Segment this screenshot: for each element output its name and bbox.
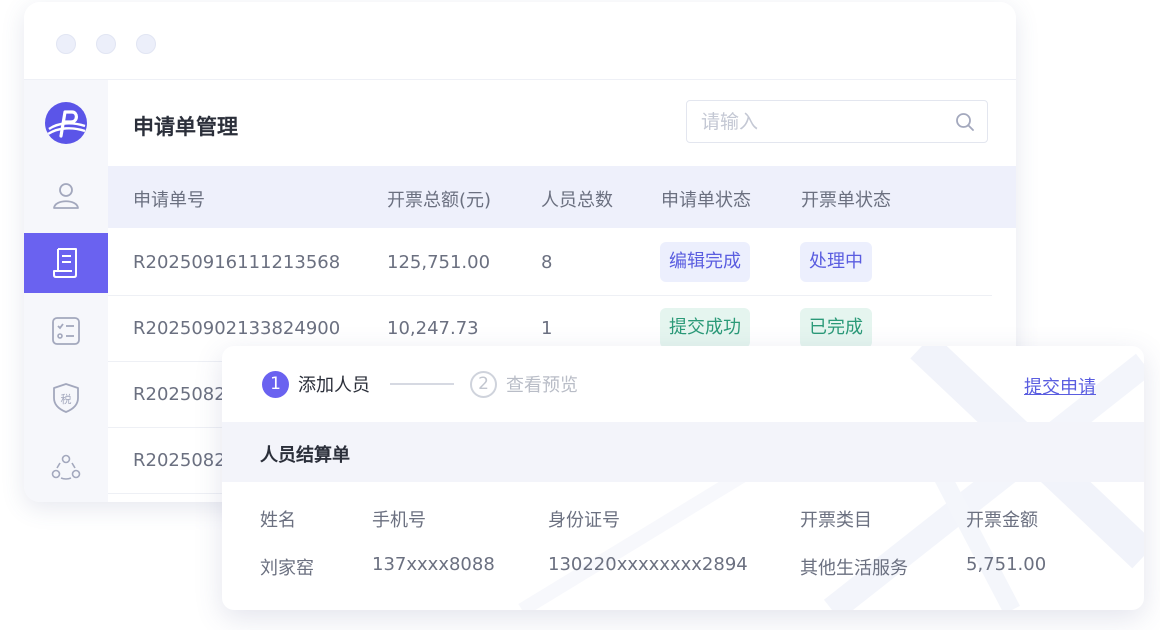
step-number: 1 xyxy=(262,370,289,398)
member-count: 1 xyxy=(541,318,553,339)
page-title: 申请单管理 xyxy=(133,115,238,139)
table-header: 申请单号 开票总额(元) 人员总数 申请单状态 开票单状态 xyxy=(108,166,1016,228)
person-phone: 137xxxx8088 xyxy=(372,554,495,575)
search-icon[interactable] xyxy=(955,112,975,132)
sidebar-item-checklist[interactable] xyxy=(24,301,108,361)
step-add-members[interactable]: 1 添加人员 xyxy=(262,370,370,398)
step-label: 查看预览 xyxy=(506,375,578,396)
submit-application-link[interactable]: 提交申请 xyxy=(1024,373,1096,399)
section-title: 人员结算单 xyxy=(260,445,350,466)
step-preview[interactable]: 2 查看预览 xyxy=(470,370,578,398)
window-control-dot[interactable] xyxy=(56,34,76,54)
column-header: 姓名 xyxy=(260,510,296,531)
order-id: R2025082 xyxy=(133,384,226,405)
order-id: R20250902133824900 xyxy=(133,318,341,339)
sidebar-item-tax[interactable]: 税 xyxy=(24,368,108,428)
invoice-amount: 125,751.00 xyxy=(387,252,491,273)
person-idcard: 130220xxxxxxxx2894 xyxy=(548,554,748,575)
status-badge: 编辑完成 xyxy=(660,242,750,282)
person-name: 刘家窑 xyxy=(260,558,314,579)
invoice-category: 其他生活服务 xyxy=(800,558,908,579)
step-connector xyxy=(390,383,454,385)
step-label: 添加人员 xyxy=(298,375,370,396)
table-row[interactable]: R20250916111213568 125,751.00 8 编辑完成 处理中 xyxy=(108,230,992,296)
column-header: 开票金额 xyxy=(966,510,1038,531)
settlement-card: 1 添加人员 2 查看预览 提交申请 人员结算单 姓名 手机号 身份证号 开票类… xyxy=(222,346,1144,610)
sidebar-item-user[interactable] xyxy=(24,165,108,225)
sidebar-item-team[interactable] xyxy=(24,437,108,497)
member-count: 8 xyxy=(541,252,553,273)
column-header[interactable]: 人员总数 xyxy=(541,186,613,212)
sidebar-item-invoice[interactable] xyxy=(24,233,108,293)
column-header: 开票类目 xyxy=(800,510,872,531)
step-number: 2 xyxy=(470,370,497,398)
status-badge: 已完成 xyxy=(800,308,872,348)
tax-badge-label: 税 xyxy=(61,392,72,406)
column-header[interactable]: 申请单状态 xyxy=(661,186,751,212)
search-input[interactable] xyxy=(701,109,941,135)
user-icon xyxy=(53,183,79,209)
checklist-icon xyxy=(52,317,80,345)
window-control-dot[interactable] xyxy=(96,34,116,54)
column-header[interactable]: 申请单号 xyxy=(133,186,205,212)
order-id: R2025082 xyxy=(133,450,226,471)
column-header[interactable]: 开票总额(元) xyxy=(387,186,491,212)
logo-icon xyxy=(45,102,87,144)
order-id: R20250916111213568 xyxy=(133,252,341,273)
column-header: 身份证号 xyxy=(548,510,620,531)
status-badge: 处理中 xyxy=(800,242,872,282)
column-header[interactable]: 开票单状态 xyxy=(801,186,891,212)
section-header: 人员结算单 xyxy=(222,422,1144,482)
invoice-icon xyxy=(53,248,77,278)
sidebar: 税 xyxy=(24,80,108,502)
team-icon xyxy=(51,454,81,480)
search-box[interactable] xyxy=(686,100,988,143)
window-control-dot[interactable] xyxy=(136,34,156,54)
window-titlebar xyxy=(24,2,1016,80)
status-badge: 提交成功 xyxy=(660,308,750,348)
column-header: 手机号 xyxy=(372,510,426,531)
invoice-amount: 5,751.00 xyxy=(966,554,1047,575)
invoice-amount: 10,247.73 xyxy=(387,318,479,339)
tax-shield-icon: 税 xyxy=(53,383,79,413)
